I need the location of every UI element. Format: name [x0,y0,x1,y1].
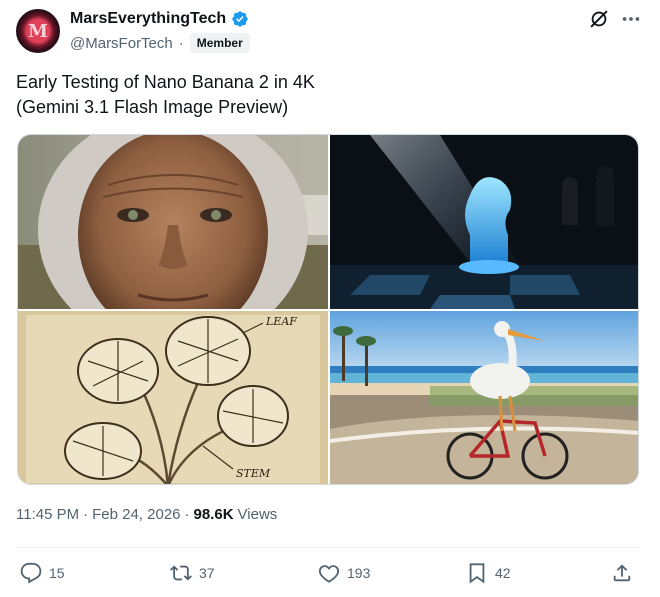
media-grid: LEAF STEM [17,134,639,485]
views-label: Views [237,506,278,523]
tweet-text: Early Testing of Nano Banana 2 in 4K (Ge… [16,70,616,120]
tweet-meta: 11:45 PM · Feb 24, 2026 · 98.6K Views [16,506,277,523]
repost-icon [170,565,192,581]
bookmark-icon [469,563,485,584]
author-name-row: MarsEverythingTech [70,10,249,28]
more-options-icon[interactable] [620,8,642,30]
divider [16,547,640,548]
member-badge[interactable]: Member [189,33,250,53]
bookmark-button[interactable]: 42 [466,562,511,584]
handle[interactable]: @MarsForTech [70,35,173,52]
reply-icon [20,562,42,584]
reply-button[interactable]: 15 [20,562,65,584]
avatar[interactable]: M [16,9,60,53]
tweet-line: (Gemini 3.1 Flash Image Preview) [16,97,289,117]
reply-count: 15 [49,565,65,581]
stem-label: STEM [236,467,271,480]
tweet-line: Early Testing of Nano Banana 2 in 4K [16,72,315,92]
tweet-date[interactable]: Feb 24, 2026 [92,506,180,523]
avatar-letter: M [28,21,48,42]
meta-separator: · [184,506,190,523]
media-image-pelican-bicycle[interactable] [330,311,638,484]
share-icon [613,564,631,582]
display-name[interactable]: MarsEverythingTech [70,10,226,28]
like-button[interactable]: 193 [318,562,370,584]
bookmark-count: 42 [495,565,511,581]
media-image-chess-knight[interactable] [330,135,638,309]
views-count[interactable]: 98.6K [194,506,234,523]
like-count: 193 [347,565,371,581]
repost-button[interactable]: 37 [170,562,215,584]
repost-count: 37 [199,565,215,581]
meta-separator: · [83,506,89,523]
media-image-botanical-sketch[interactable]: LEAF STEM [18,311,328,484]
media-image-portrait[interactable] [18,135,328,309]
tweet-time[interactable]: 11:45 PM [16,506,79,523]
grok-icon[interactable] [588,8,610,30]
heart-icon [318,565,340,583]
handle-row: @MarsForTech · Member [70,33,250,53]
handle-separator: · [178,34,184,52]
leaf-label: LEAF [265,315,297,328]
verified-badge-icon [232,11,248,27]
share-button[interactable] [611,562,633,584]
